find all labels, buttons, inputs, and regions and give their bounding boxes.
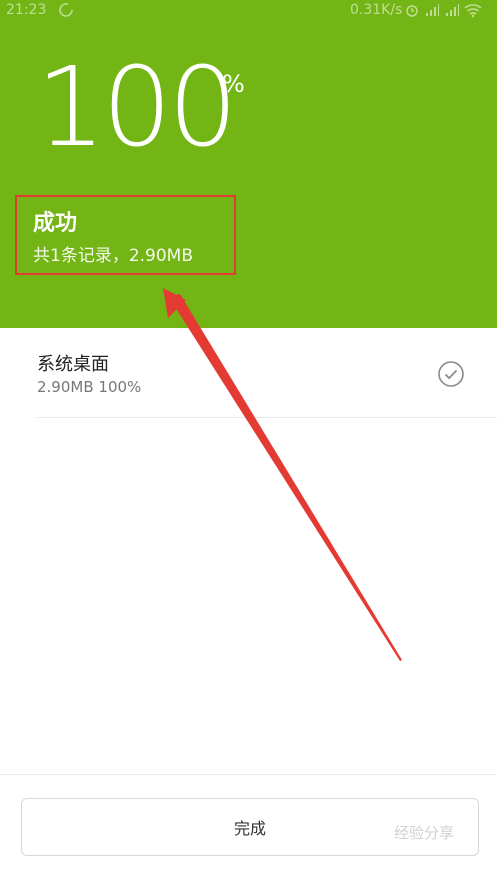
- highlight-box: [15, 195, 236, 275]
- alarm-icon: [406, 5, 418, 17]
- status-time: 21:23: [6, 2, 47, 18]
- list-divider: [37, 417, 497, 418]
- check-circle-icon: [437, 360, 465, 392]
- signal-icon: [426, 4, 439, 16]
- footer-divider: [0, 774, 497, 775]
- signal-icon-2: [446, 4, 459, 16]
- wifi-icon: [464, 4, 482, 18]
- item-name: 系统桌面: [37, 354, 109, 375]
- progress-unit: %: [222, 70, 245, 98]
- progress-value: 100: [36, 43, 238, 171]
- status-icons: [404, 0, 482, 20]
- list-item[interactable]: 系统桌面 2.90MB 100%: [37, 330, 497, 417]
- watermark: 经验分享: [394, 824, 455, 842]
- item-detail: 2.90MB 100%: [37, 378, 142, 396]
- sync-icon: [58, 2, 74, 22]
- progress-header: 21:23 0.31K/s 100 % 成功 共1条记录，2.90MB: [0, 0, 497, 328]
- status-bar: 21:23 0.31K/s: [0, 0, 497, 22]
- network-speed: 0.31K/s: [350, 2, 403, 18]
- progress-percentage: 100 %: [36, 43, 245, 171]
